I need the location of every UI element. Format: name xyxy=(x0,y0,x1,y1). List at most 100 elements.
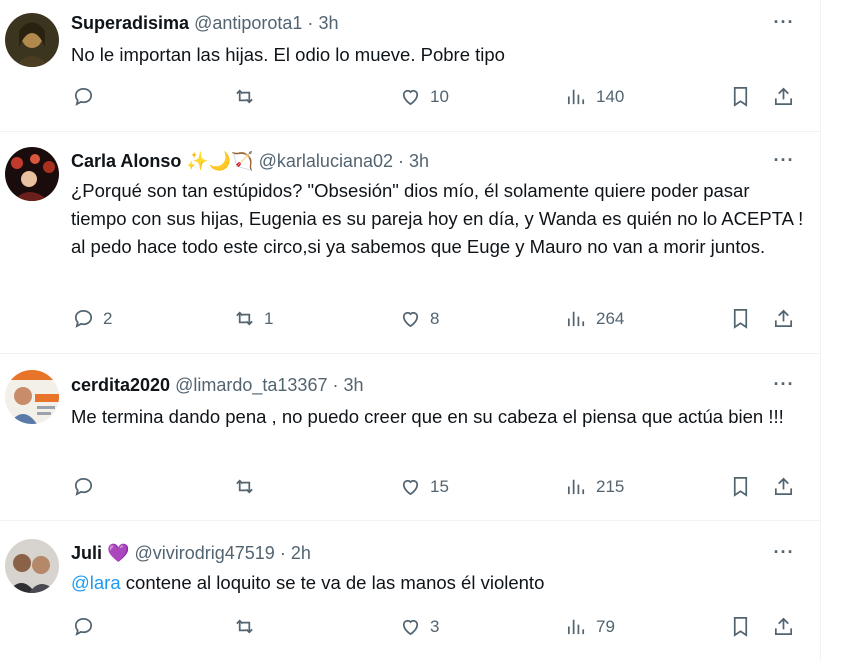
tweet-actions: 3 79 xyxy=(0,615,820,645)
avatar[interactable] xyxy=(5,147,59,201)
name-emojis: ✨🌙🏹 xyxy=(186,151,254,171)
tweet-header: Juli 💜 @vivirodrig47519 · 2h xyxy=(71,542,311,564)
tweet-text: Me termina dando pena , no puedo creer q… xyxy=(71,406,784,427)
retweet-icon xyxy=(236,311,253,326)
views-chart-icon xyxy=(567,479,585,495)
display-name[interactable]: cerdita2020 xyxy=(71,375,170,395)
avatar[interactable] xyxy=(5,13,59,67)
more-options-icon[interactable]: ··· xyxy=(772,12,796,34)
reply-button[interactable] xyxy=(72,85,103,108)
heart-icon xyxy=(402,89,419,106)
bookmark-icon xyxy=(733,309,748,329)
tweet[interactable]: Superadisima @antiporota1 · 3h ··· No le… xyxy=(0,0,820,132)
share-button[interactable] xyxy=(772,307,795,330)
like-count: 8 xyxy=(430,308,440,328)
bookmark-icon xyxy=(733,477,748,497)
views-chart-icon xyxy=(567,89,585,105)
separator-dot: · xyxy=(279,543,286,563)
timestamp[interactable]: 2h xyxy=(291,543,311,563)
separator-dot: · xyxy=(332,375,339,395)
name-emojis: 💜 xyxy=(107,543,130,563)
separator-dot: · xyxy=(307,13,314,33)
tweet-actions: 2 1 8 264 xyxy=(0,307,820,337)
user-handle[interactable]: @karlaluciana02 xyxy=(259,151,393,171)
reply-icon xyxy=(74,87,93,106)
like-button[interactable]: 8 xyxy=(399,307,439,330)
display-name[interactable]: Superadisima xyxy=(71,13,189,33)
timestamp[interactable]: 3h xyxy=(318,13,338,33)
heart-icon xyxy=(402,619,419,636)
reply-button[interactable]: 2 xyxy=(72,307,112,330)
bookmark-button[interactable] xyxy=(729,85,752,108)
like-button[interactable]: 3 xyxy=(399,615,439,638)
retweet-icon xyxy=(236,479,253,494)
like-button[interactable]: 15 xyxy=(399,475,449,498)
heart-icon xyxy=(402,311,419,328)
display-name[interactable]: Carla Alonso xyxy=(71,151,181,171)
share-button[interactable] xyxy=(772,85,795,108)
tweet[interactable]: cerdita2020 @limardo_ta13367 · 3h ··· Me… xyxy=(0,354,820,521)
reply-button[interactable] xyxy=(72,615,103,638)
reply-button[interactable] xyxy=(72,475,103,498)
bookmark-button[interactable] xyxy=(729,307,752,330)
more-options-icon[interactable]: ··· xyxy=(772,150,796,172)
user-handle[interactable]: @limardo_ta13367 xyxy=(175,375,327,395)
tweet-text: @lara contene al loquito se te va de las… xyxy=(71,569,806,597)
views-chart-icon xyxy=(567,619,585,635)
like-count: 3 xyxy=(430,616,440,636)
share-button[interactable] xyxy=(772,615,795,638)
retweet-count: 1 xyxy=(264,308,274,328)
avatar[interactable] xyxy=(5,539,59,593)
heart-icon xyxy=(402,479,419,496)
avatar[interactable] xyxy=(5,370,59,424)
user-handle[interactable]: @antiporota1 xyxy=(194,13,302,33)
tweet-header: Carla Alonso ✨🌙🏹 @karlaluciana02 · 3h xyxy=(71,150,429,172)
views-button[interactable]: 215 xyxy=(565,475,624,498)
reply-icon xyxy=(74,477,93,496)
display-name[interactable]: Juli xyxy=(71,543,102,563)
share-icon xyxy=(774,87,793,106)
views-count: 215 xyxy=(596,476,625,496)
timestamp[interactable]: 3h xyxy=(344,375,364,395)
tweet-header: cerdita2020 @limardo_ta13367 · 3h xyxy=(71,374,364,396)
like-count: 10 xyxy=(430,86,449,106)
more-options-icon[interactable]: ··· xyxy=(772,374,796,396)
tweet-body: contene al loquito se te va de las manos… xyxy=(120,572,545,593)
views-count: 79 xyxy=(596,616,615,636)
retweet-icon xyxy=(236,619,253,634)
views-count: 140 xyxy=(596,86,625,106)
tweet[interactable]: Juli 💜 @vivirodrig47519 · 2h ··· @lara c… xyxy=(0,521,820,661)
tweet-actions: 10 140 xyxy=(0,85,820,115)
bookmark-button[interactable] xyxy=(729,475,752,498)
bookmark-icon xyxy=(733,87,748,107)
retweet-button[interactable] xyxy=(233,615,264,638)
views-button[interactable]: 264 xyxy=(565,307,624,330)
like-button[interactable]: 10 xyxy=(399,85,449,108)
retweet-icon xyxy=(236,89,253,104)
views-button[interactable]: 79 xyxy=(565,615,615,638)
reply-count: 2 xyxy=(103,308,113,328)
tweet-text: No le importan las hijas. El odio lo mue… xyxy=(71,44,505,65)
share-icon xyxy=(774,309,793,328)
timestamp[interactable]: 3h xyxy=(409,151,429,171)
user-handle[interactable]: @vivirodrig47519 xyxy=(134,543,274,563)
share-icon xyxy=(774,477,793,496)
bookmark-button[interactable] xyxy=(729,615,752,638)
share-button[interactable] xyxy=(772,475,795,498)
retweet-button[interactable] xyxy=(233,85,264,108)
views-chart-icon xyxy=(567,311,585,327)
reply-icon xyxy=(74,617,93,636)
tweet-actions: 15 215 xyxy=(0,475,820,505)
more-options-icon[interactable]: ··· xyxy=(772,542,796,564)
tweet[interactable]: Carla Alonso ✨🌙🏹 @karlaluciana02 · 3h ··… xyxy=(0,132,820,354)
like-count: 15 xyxy=(430,476,449,496)
retweet-button[interactable]: 1 xyxy=(233,307,273,330)
views-button[interactable]: 140 xyxy=(565,85,624,108)
bookmark-icon xyxy=(733,617,748,637)
views-count: 264 xyxy=(596,308,625,328)
share-icon xyxy=(774,617,793,636)
retweet-button[interactable] xyxy=(233,475,264,498)
tweet-header: Superadisima @antiporota1 · 3h xyxy=(71,12,338,34)
mention-link[interactable]: @lara xyxy=(71,572,121,593)
reply-feed: Superadisima @antiporota1 · 3h ··· No le… xyxy=(0,0,821,661)
